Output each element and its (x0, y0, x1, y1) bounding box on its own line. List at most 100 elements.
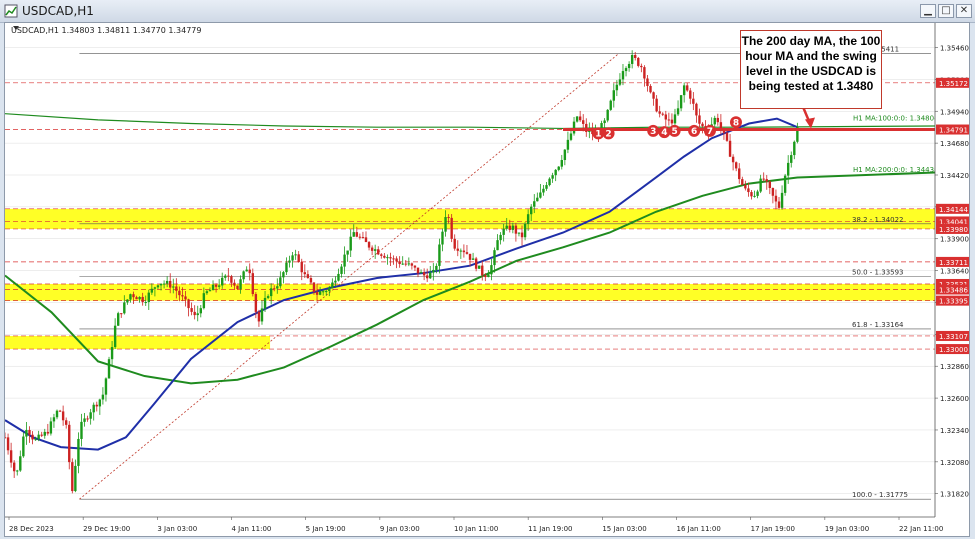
candle-body (468, 253, 472, 260)
candle-body (367, 242, 371, 248)
candle-body (123, 302, 126, 314)
price-tag-label: 1.35172 (939, 80, 968, 88)
candle-body (517, 232, 521, 234)
candle-body (422, 272, 426, 276)
swing-marker-label: 8 (733, 118, 739, 128)
candle-body (679, 95, 683, 109)
y-tick-label: 1.34680 (940, 140, 969, 148)
candle-body (101, 394, 105, 400)
candle-body (175, 286, 178, 291)
candle-body (459, 250, 463, 252)
candle-body (52, 417, 56, 422)
candle-body (542, 188, 545, 193)
candle-body (698, 115, 701, 124)
candle-body (413, 265, 417, 268)
candle-body (242, 271, 245, 280)
candle-body (508, 225, 511, 230)
candle-body (68, 424, 71, 463)
candle-body (453, 238, 456, 249)
candle-body (355, 232, 359, 237)
ma-label: H1 MA:200:0:0: 1.34436 (853, 166, 939, 174)
minimize-button[interactable]: ▁ (920, 4, 936, 18)
candle-body (55, 410, 59, 418)
candle-body (373, 249, 377, 251)
candle-body (398, 261, 401, 265)
close-button[interactable]: ✕ (956, 4, 972, 18)
candle-body (692, 98, 695, 104)
candle-body (536, 197, 539, 202)
candle-body (646, 78, 649, 86)
candle-body (496, 240, 499, 251)
candle-body (346, 250, 349, 255)
candle-body (22, 436, 25, 457)
candle-body (624, 68, 628, 72)
candle-body (465, 252, 469, 254)
price-tag-label: 1.33486 (939, 286, 968, 294)
candle-body (77, 438, 80, 466)
candle-body (110, 347, 114, 360)
candle-body (419, 272, 423, 274)
candle-body (655, 98, 658, 112)
candle-body (502, 228, 505, 235)
candle-body (282, 272, 285, 278)
candle-body (450, 217, 453, 239)
candle-body (793, 141, 796, 156)
candle-body (783, 175, 787, 193)
candle-body (701, 123, 704, 127)
candle-body (780, 192, 784, 208)
candle-body (153, 287, 157, 289)
chart-area[interactable]: 0.0 - 1.3541138.2 - 1.3402250.0 - 1.3359… (4, 22, 970, 537)
candle-body (43, 431, 46, 436)
candle-body (126, 299, 129, 303)
y-tick-label: 1.32600 (940, 395, 969, 403)
candle-body (116, 313, 120, 326)
candle-body (19, 456, 22, 471)
candle-body (150, 288, 154, 293)
candle-body (487, 274, 490, 278)
candle-body (184, 296, 187, 300)
candle-body (493, 250, 496, 266)
candle-body (566, 139, 570, 150)
swing-marker-label: 7 (707, 127, 713, 137)
candle-body (156, 285, 160, 288)
candle-body (321, 291, 325, 293)
candle-body (572, 121, 576, 134)
candle-body (667, 119, 671, 121)
candle-body (239, 279, 242, 290)
x-tick-label: 9 Jan 03:00 (380, 525, 420, 533)
x-tick-label: 28 Dec 2023 (9, 525, 54, 533)
x-tick-label: 22 Jan 11:00 (899, 525, 943, 533)
candle-body (630, 54, 634, 64)
candle-body (389, 257, 392, 259)
candle-body (637, 57, 640, 66)
candle-body (429, 272, 432, 279)
candle-body (190, 308, 193, 312)
window-titlebar[interactable]: USDCAD,H1 ▁ □ ✕ (0, 0, 975, 23)
candle-body (80, 421, 83, 439)
candle-body (340, 266, 343, 274)
price-tag-label: 1.33711 (939, 259, 968, 267)
candle-body (25, 430, 28, 437)
candle-body (520, 232, 524, 238)
candle-body (5, 437, 7, 439)
candle-body (236, 285, 239, 290)
candle-body (759, 178, 762, 192)
candle-body (12, 462, 16, 472)
candle-body (291, 255, 294, 261)
candle-body (16, 470, 19, 472)
candle-body (606, 109, 609, 121)
support-resistance-zone (5, 283, 935, 301)
candle-body (603, 120, 606, 124)
candle-body (474, 258, 478, 269)
candle-body (609, 100, 612, 110)
maximize-button[interactable]: □ (938, 4, 954, 18)
x-tick-label: 3 Jan 03:00 (157, 525, 197, 533)
y-tick-label: 1.33640 (940, 268, 969, 276)
candle-body (178, 290, 181, 296)
fib-level-label: 38.2 - 1.34022 (852, 216, 904, 224)
price-tag-label: 1.33000 (939, 346, 968, 354)
x-tick-label: 16 Jan 11:00 (677, 525, 721, 533)
candle-body (747, 188, 750, 193)
candle-body (774, 195, 778, 202)
candle-body (380, 254, 383, 256)
